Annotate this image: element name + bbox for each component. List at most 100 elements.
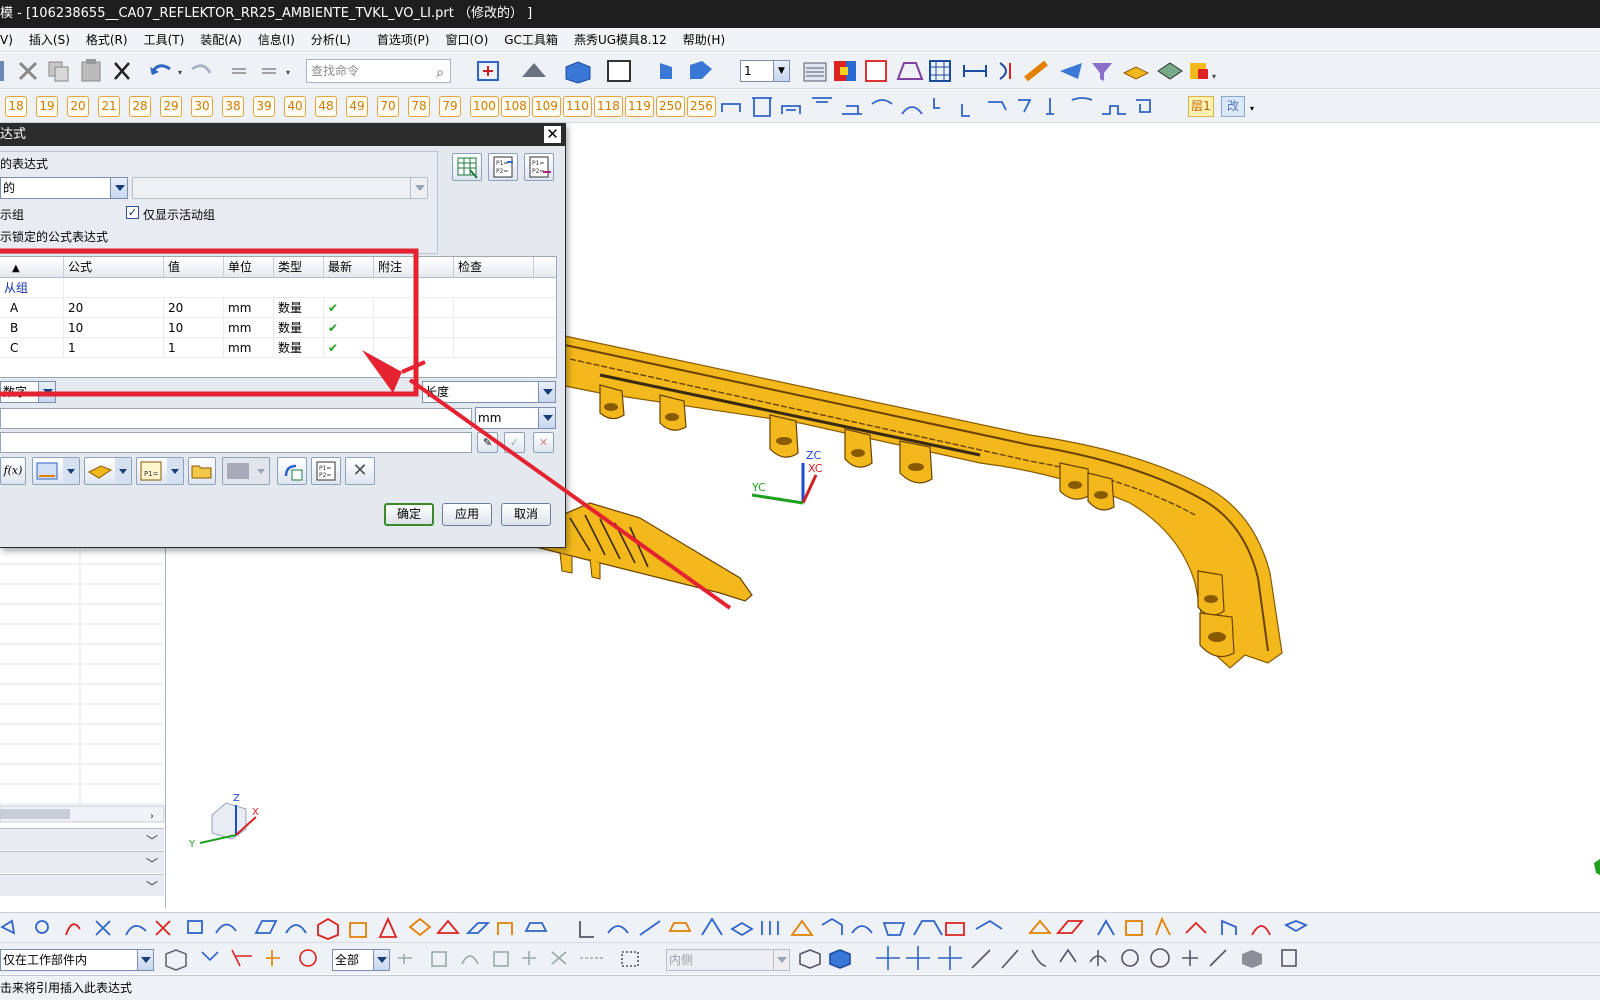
shape-icon-8[interactable] <box>933 98 940 109</box>
rectangle-icon[interactable] <box>187 920 203 934</box>
scrollbar-thumb[interactable] <box>0 809 70 819</box>
column-header-uptodate[interactable]: 最新 <box>324 257 374 278</box>
layer-button-79[interactable]: 79 <box>439 96 461 117</box>
shape-icon-1[interactable] <box>721 103 741 112</box>
menu-tools[interactable]: 工具(T) <box>136 29 193 51</box>
reference-button[interactable] <box>84 457 132 485</box>
shape-icon-4[interactable] <box>812 97 832 103</box>
cut-icon[interactable] <box>18 61 38 81</box>
layer-button-119[interactable]: 119 <box>625 96 654 117</box>
chevron-down-icon[interactable] <box>538 382 555 402</box>
menu-info[interactable]: 信息(I) <box>250 29 303 51</box>
intersect-icon[interactable] <box>1125 920 1143 936</box>
layer-button-78[interactable]: 78 <box>408 96 430 117</box>
select-cursor-icon[interactable] <box>231 949 252 967</box>
chevron-down-icon[interactable]: ﹀ <box>146 878 158 895</box>
menu-view[interactable]: V) <box>0 29 21 51</box>
chevron-down-icon[interactable]: ▾ <box>1250 104 1254 113</box>
scroll-right-icon[interactable]: › <box>150 811 154 822</box>
shape-icon-9[interactable] <box>961 104 970 117</box>
shape-icon-11[interactable] <box>1018 99 1032 113</box>
delete-face-icon[interactable] <box>1028 919 1052 934</box>
delete-icon[interactable] <box>114 62 130 80</box>
grid-icon[interactable] <box>929 60 951 82</box>
slash-tool-icon[interactable] <box>1001 949 1019 969</box>
revolve-icon[interactable] <box>285 924 307 934</box>
sphere-icon[interactable] <box>408 917 432 937</box>
chevron-down-icon[interactable]: ▼ <box>773 61 789 81</box>
chevron-down-icon[interactable] <box>110 178 127 198</box>
sew-icon[interactable] <box>821 917 843 935</box>
import-expressions-button[interactable]: P1= P2= <box>488 153 518 181</box>
unite-icon[interactable] <box>1056 920 1084 934</box>
snap-endpoint-icon[interactable] <box>398 954 412 964</box>
selection-filter-icon[interactable] <box>201 951 219 962</box>
column-header-comment[interactable]: 附注 <box>374 257 454 278</box>
table-row[interactable]: C 1 1 mm 数量 ✔ <box>0 338 556 358</box>
active-group-checkbox[interactable]: ✓ <box>126 206 139 219</box>
column-header-type[interactable]: 类型 <box>274 257 324 278</box>
box-icon[interactable] <box>317 917 339 940</box>
table-row[interactable]: B 10 10 mm 数量 ✔ <box>0 318 556 338</box>
feature-icon-1[interactable] <box>0 919 16 935</box>
color-palette-icon[interactable] <box>834 61 856 81</box>
menu-preferences[interactable]: 首选项(P) <box>369 29 438 51</box>
move-face-icon[interactable] <box>975 919 1003 930</box>
spline-icon[interactable] <box>215 923 237 934</box>
boss-icon[interactable] <box>465 922 491 934</box>
assembly-icon[interactable] <box>1157 62 1183 80</box>
column-header-value[interactable]: 值 <box>164 257 224 278</box>
layer-button-18[interactable]: 18 <box>5 96 27 117</box>
arc-icon[interactable] <box>125 925 147 936</box>
command-search-input[interactable]: 查找命令 ⌕ <box>306 59 451 83</box>
layer-button-39[interactable]: 39 <box>253 96 275 117</box>
formula-input[interactable] <box>0 432 472 453</box>
expression-type-combo[interactable]: 数字 <box>0 381 56 403</box>
pad-icon[interactable] <box>524 922 548 932</box>
layer-button-250[interactable]: 250 <box>656 96 685 117</box>
blend-icon[interactable] <box>607 925 629 934</box>
snap-control-icon[interactable] <box>461 955 479 965</box>
emboss-icon[interactable] <box>1155 916 1171 936</box>
csys-icon[interactable] <box>690 61 712 79</box>
layer-settings-icon[interactable] <box>803 62 827 82</box>
layer-button-40[interactable]: 40 <box>284 96 306 117</box>
layer-button-28[interactable]: 28 <box>129 96 151 117</box>
grid-view-icon[interactable] <box>1281 949 1297 967</box>
navigator-section-1[interactable]: ﹀ <box>0 828 164 850</box>
circle-icon[interactable] <box>1150 948 1170 968</box>
subtract-icon[interactable] <box>1097 919 1115 936</box>
view-solid-icon[interactable] <box>829 949 851 969</box>
equals-icon[interactable] <box>232 68 246 74</box>
shape-icon-6[interactable] <box>871 99 893 105</box>
open-file-button[interactable] <box>188 457 216 485</box>
layer-button-118[interactable]: 118 <box>594 96 623 117</box>
formula-editor-button[interactable]: ✎ <box>477 432 498 453</box>
select-features-icon[interactable] <box>266 950 280 966</box>
layer-1-button[interactable]: 层1 <box>1188 96 1214 117</box>
layer-button-29[interactable]: 29 <box>160 96 182 117</box>
work-layer-combo[interactable]: 1 ▼ <box>740 60 790 82</box>
tangent-icon[interactable] <box>1089 950 1107 966</box>
render-style-icon[interactable] <box>522 63 546 77</box>
move-icon[interactable] <box>876 946 900 970</box>
chevron-down-icon[interactable]: ﹀ <box>146 855 158 872</box>
layer-copy-icon[interactable] <box>865 60 887 82</box>
paste-icon[interactable] <box>81 59 101 82</box>
layer-button-30[interactable]: 30 <box>191 96 213 117</box>
snap-quadrant-icon[interactable] <box>522 951 536 965</box>
ok-button[interactable]: 确定 <box>384 503 434 526</box>
mirror-icon[interactable] <box>790 919 814 936</box>
layer-button-38[interactable]: 38 <box>222 96 244 117</box>
assembly-filter-icon[interactable] <box>165 949 187 971</box>
shape-icon-2[interactable] <box>752 97 772 117</box>
layer-button-110[interactable]: 110 <box>563 96 592 117</box>
pattern-icon[interactable] <box>761 921 779 935</box>
curve-icon[interactable] <box>65 923 81 936</box>
menu-format[interactable]: 格式(R) <box>78 29 136 51</box>
diagonal-icon[interactable] <box>1209 949 1227 967</box>
table-row[interactable]: A 20 20 mm 数量 ✔ <box>0 298 556 318</box>
thread-icon[interactable] <box>579 921 594 938</box>
plus-icon[interactable] <box>1182 950 1198 966</box>
offset-icon[interactable] <box>730 921 754 937</box>
